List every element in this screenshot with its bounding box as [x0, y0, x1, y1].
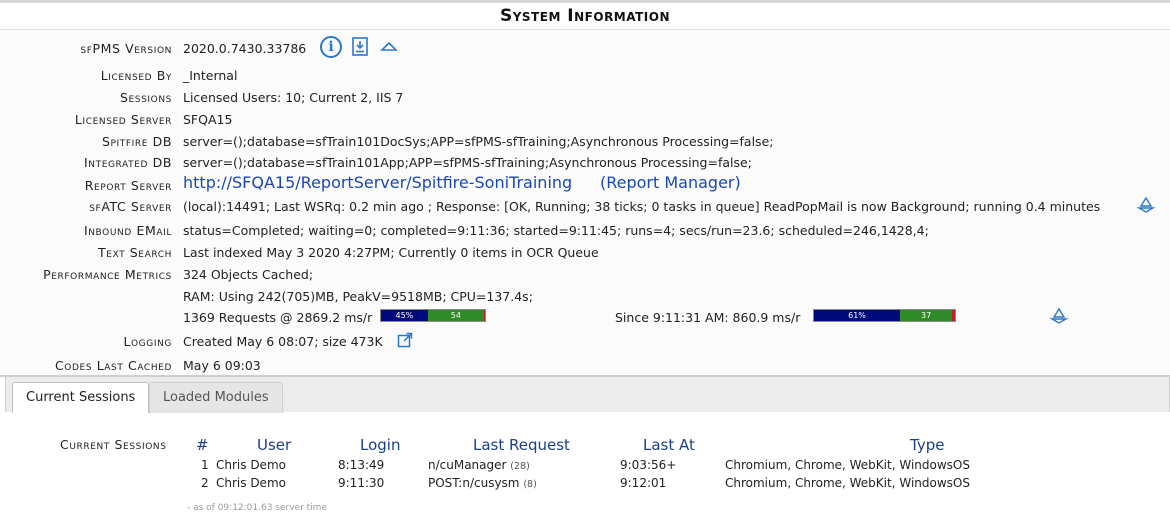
- inbound-email-row: Inbound EMail status=Completed; waiting=…: [0, 220, 1170, 240]
- row-last-at: 9:12:01: [620, 476, 667, 490]
- logging-value: Created May 6 08:07; size 473K: [183, 334, 383, 349]
- col-header-num: #: [196, 436, 209, 454]
- licensed-server-label: Licensed Server: [74, 112, 172, 127]
- col-header-last-request: Last Request: [473, 436, 570, 454]
- sessions-info-value: Licensed Users: 10; Current 2, IIS 7: [183, 90, 404, 105]
- row-type: Chromium, Chrome, WebKit, WindowsOS: [725, 458, 970, 472]
- current-sessions-label: Current Sessions: [60, 437, 167, 452]
- recycle-metrics-icon[interactable]: [1049, 307, 1069, 325]
- report-manager-link[interactable]: (Report Manager): [600, 173, 741, 192]
- bar2-red-segment: [952, 310, 955, 321]
- title-bar: System Information: [0, 0, 1170, 30]
- system-info-panel: sfPMS Version 2020.0.7430.33786 i Licens…: [0, 30, 1170, 375]
- licensed-server-value: SFQA15: [183, 112, 233, 127]
- col-header-login: Login: [360, 436, 401, 454]
- row-type: Chromium, Chrome, WebKit, WindowsOS: [725, 476, 970, 490]
- integrated-db-row: Integrated DB server=();database=sfTrain…: [0, 152, 1170, 172]
- external-link-icon[interactable]: [397, 332, 413, 348]
- licensed-by-value: _Internal: [183, 68, 238, 83]
- row-request-count: (8): [523, 479, 537, 490]
- codes-value: May 6 09:03: [183, 358, 261, 373]
- report-server-label: Report Server: [84, 178, 172, 193]
- licensed-server-row: Licensed Server SFQA15: [0, 109, 1170, 129]
- version-label: sfPMS Version: [80, 41, 172, 56]
- inbound-email-value: status=Completed; waiting=0; completed=9…: [183, 223, 929, 238]
- row-num: 2: [201, 476, 209, 490]
- document-icon[interactable]: [352, 37, 368, 56]
- perf-ram: RAM: Using 242(705)MB, PeakV=9518MB; CPU…: [183, 289, 533, 304]
- bar2-green-segment: 37: [900, 310, 953, 321]
- bar2-blue-segment: 61%: [814, 310, 900, 321]
- text-search-value: Last indexed May 3 2020 4:27PM; Currentl…: [183, 245, 599, 260]
- row-login: 8:13:49: [338, 458, 385, 472]
- row-login: 9:11:30: [338, 476, 385, 490]
- col-header-user: User: [257, 436, 292, 454]
- sfatc-value: (local):14491; Last WSRq: 0.2 min ago ; …: [183, 199, 1101, 214]
- integrated-db-value: server=();database=sfTrain101App;APP=sfP…: [183, 155, 752, 170]
- tab-loaded-modules[interactable]: Loaded Modules: [149, 382, 283, 413]
- sfatc-row: sfATC Server (local):14491; Last WSRq: 0…: [0, 196, 1170, 216]
- col-header-type: Type: [910, 436, 945, 454]
- inbound-email-label: Inbound EMail: [83, 223, 172, 238]
- codes-row: Codes Last Cached May 6 09:03: [0, 355, 1170, 375]
- as-of-timestamp: - as of 09:12:01.63 server time: [187, 503, 327, 513]
- bar1-green-segment: 54: [427, 310, 484, 321]
- perf-row: Performance Metrics 324 Objects Cached;: [0, 264, 1170, 284]
- row-user: Chris Demo: [216, 476, 286, 490]
- logging-label: Logging: [123, 334, 172, 349]
- report-server-row: Report Server http://SFQA15/ReportServer…: [0, 173, 1170, 193]
- spitfire-db-row: Spitfire DB server=();database=sfTrain10…: [0, 131, 1170, 151]
- row-request-count: (28): [510, 461, 530, 472]
- licensed-by-row: Licensed By _Internal: [0, 65, 1170, 85]
- row-user: Chris Demo: [216, 458, 286, 472]
- perf-requests: 1369 Requests @ 2869.2 ms/r: [183, 310, 373, 325]
- requests-progress-bar: 45% 54: [380, 309, 486, 322]
- row-last-at: 9:03:56+: [620, 458, 677, 472]
- perf-requests-row: 1369 Requests @ 2869.2 ms/r 45% 54 Since…: [0, 307, 1170, 327]
- row-request-path: n/cuManager: [428, 458, 507, 472]
- spitfire-db-label: Spitfire DB: [101, 134, 172, 149]
- text-search-label: Text Search: [97, 245, 172, 260]
- sessions-info-label: Sessions: [119, 90, 172, 105]
- perf-ram-row: RAM: Using 242(705)MB, PeakV=9518MB; CPU…: [0, 286, 1170, 306]
- licensed-by-label: Licensed By: [100, 68, 172, 83]
- tab-current-sessions[interactable]: Current Sessions: [12, 382, 150, 413]
- version-row: sfPMS Version 2020.0.7430.33786 i: [0, 36, 1170, 58]
- integrated-db-label: Integrated DB: [83, 155, 172, 170]
- row-num: 1: [201, 458, 209, 472]
- page-title: System Information: [499, 6, 671, 26]
- row-request-path: POST:n/cusysm: [428, 476, 520, 490]
- report-server-link[interactable]: http://SFQA15/ReportServer/Spitfire-Soni…: [183, 173, 572, 192]
- perf-cached: 324 Objects Cached;: [183, 267, 314, 282]
- row-request: n/cuManager (28): [428, 458, 530, 472]
- recycle-icon[interactable]: [1136, 196, 1156, 214]
- col-header-last-at: Last At: [643, 436, 695, 454]
- codes-label: Codes Last Cached: [54, 358, 172, 373]
- bar1-red-segment: [483, 310, 485, 321]
- since-progress-bar: 61% 37: [813, 309, 956, 322]
- spitfire-db-value: server=();database=sfTrain101DocSys;APP=…: [183, 134, 774, 149]
- text-search-row: Text Search Last indexed May 3 2020 4:27…: [0, 242, 1170, 262]
- tab-bar: Current Sessions Loaded Modules: [5, 376, 1170, 413]
- perf-since: Since 9:11:31 AM: 860.9 ms/r: [615, 310, 801, 325]
- row-request: POST:n/cusysm (8): [428, 476, 537, 490]
- logging-row: Logging Created May 6 08:07; size 473K: [0, 331, 1170, 351]
- version-value: 2020.0.7430.33786: [183, 41, 307, 56]
- perf-label: Performance Metrics: [43, 267, 172, 282]
- info-icon[interactable]: i: [320, 36, 342, 58]
- sessions-row: Sessions Licensed Users: 10; Current 2, …: [0, 87, 1170, 107]
- collapse-up-icon[interactable]: [380, 40, 398, 52]
- sfatc-label: sfATC Server: [89, 199, 172, 214]
- bar1-blue-segment: 45%: [381, 310, 428, 321]
